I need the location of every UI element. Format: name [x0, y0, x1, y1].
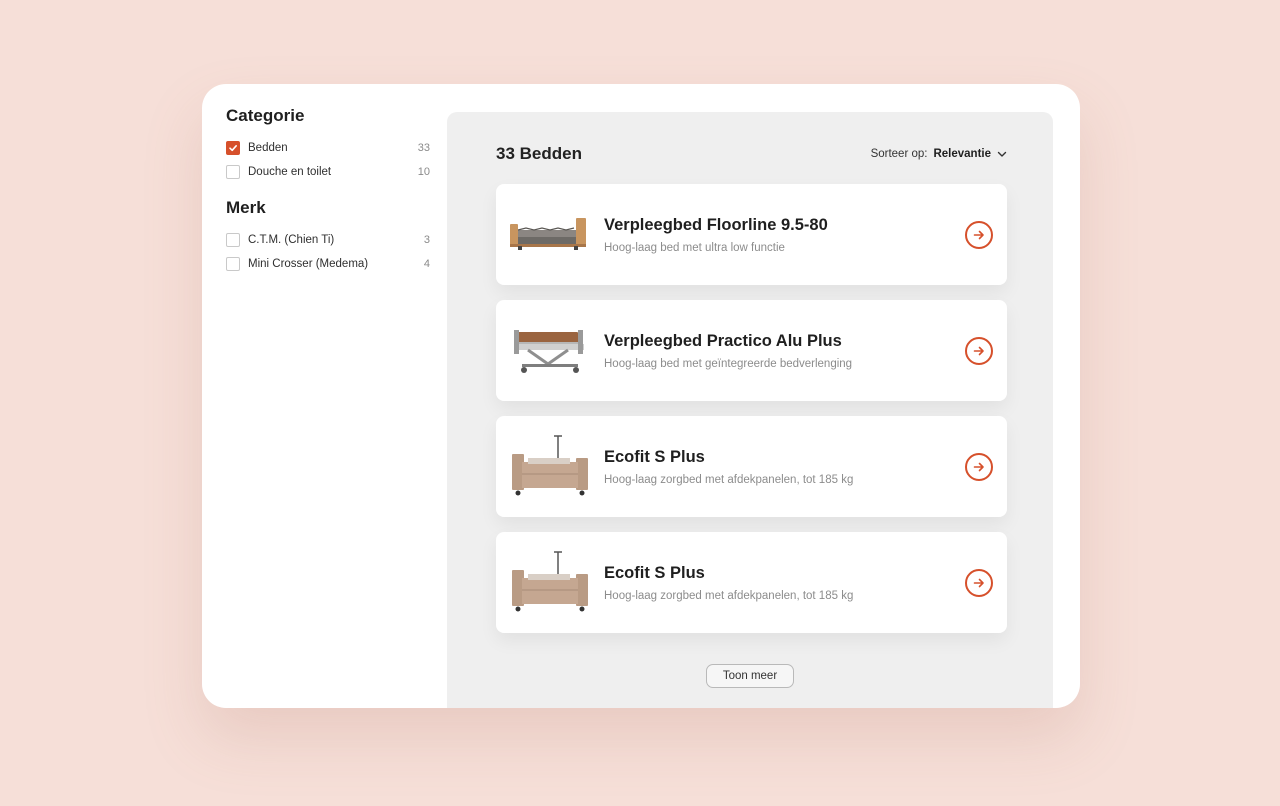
arrow-right-icon [973, 462, 984, 471]
product-subtitle: Hoog-laag zorgbed met afdekpanelen, tot … [604, 589, 854, 602]
chevron-down-icon [997, 151, 1007, 157]
product-arrow-button[interactable] [965, 452, 993, 481]
filter-sidebar: Categorie Bedden 33 Douche en toilet 10 … [226, 106, 430, 276]
product-card[interactable]: Ecofit S Plus Hoog-laag zorgbed met afde… [496, 532, 1007, 633]
arrow-right-icon [973, 230, 984, 239]
product-card[interactable]: Verpleegbed Practico Alu Plus Hoog-laag … [496, 300, 1007, 401]
product-image-ecofit-bed [512, 434, 588, 495]
product-subtitle: Hoog-laag zorgbed met afdekpanelen, tot … [604, 473, 854, 486]
product-title: Ecofit S Plus [604, 563, 705, 582]
product-card[interactable]: Ecofit S Plus Hoog-laag zorgbed met afde… [496, 416, 1007, 517]
brand-filter-title: Merk [226, 198, 266, 217]
product-info: Verpleegbed Floorline 9.5-80 Hoog-laag b… [604, 216, 965, 254]
product-info: Ecofit S Plus Hoog-laag zorgbed met afde… [604, 448, 965, 486]
filter-option-label: Mini Crosser (Medema) [248, 258, 369, 270]
category-filter-title: Categorie [226, 106, 305, 125]
product-title: Verpleegbed Floorline 9.5-80 [604, 215, 828, 234]
product-arrow-button[interactable] [965, 568, 993, 597]
arrow-right-icon [973, 346, 984, 355]
filter-option-label: C.T.M. (Chien Ti) [248, 234, 335, 246]
checkbox[interactable] [226, 233, 240, 247]
filter-option-count: 10 [417, 166, 430, 178]
product-image-ecofit-bed [512, 550, 588, 611]
product-list: Verpleegbed Floorline 9.5-80 Hoog-laag b… [496, 184, 1007, 648]
filter-option-count: 3 [423, 234, 430, 246]
checkbox[interactable] [226, 165, 240, 179]
product-info: Verpleegbed Practico Alu Plus Hoog-laag … [604, 332, 965, 370]
product-card[interactable]: Verpleegbed Floorline 9.5-80 Hoog-laag b… [496, 184, 1007, 285]
filter-option-count: 4 [423, 258, 430, 270]
sort-dropdown[interactable]: Sorteer op: Relevantie [871, 148, 1008, 160]
product-title: Verpleegbed Practico Alu Plus [604, 331, 842, 350]
arrow-right-icon [973, 578, 984, 587]
filter-option-label: Douche en toilet [248, 166, 332, 178]
filter-option-douche-en-toilet[interactable]: Douche en toilet 10 [226, 160, 430, 184]
product-info: Ecofit S Plus Hoog-laag zorgbed met afde… [604, 564, 965, 602]
results-panel: 33 Bedden Sorteer op: Relevantie Verplee… [447, 112, 1053, 708]
product-title: Ecofit S Plus [604, 447, 705, 466]
filter-option-mini-crosser[interactable]: Mini Crosser (Medema) 4 [226, 252, 430, 276]
product-arrow-button[interactable] [965, 220, 993, 249]
sort-value: Relevantie [933, 148, 991, 160]
app-window: Categorie Bedden 33 Douche en toilet 10 … [202, 84, 1080, 708]
results-header: 33 Bedden Sorteer op: Relevantie [496, 142, 1008, 166]
filter-option-label: Bedden [248, 142, 288, 154]
results-title: 33 Bedden [496, 144, 582, 163]
filter-option-ctm[interactable]: C.T.M. (Chien Ti) 3 [226, 228, 430, 252]
filter-option-count: 33 [417, 142, 430, 154]
product-subtitle: Hoog-laag bed met ultra low functie [604, 241, 785, 254]
product-arrow-button[interactable] [965, 336, 993, 365]
product-image-practico-bed [514, 329, 584, 373]
show-more-button[interactable]: Toon meer [706, 664, 794, 688]
product-image-floorline-bed [510, 217, 586, 250]
brand-filter: Merk C.T.M. (Chien Ti) 3 Mini Crosser (M… [226, 198, 430, 276]
checkmark-icon [229, 145, 237, 152]
product-subtitle: Hoog-laag bed met geïntegreerde bedverle… [604, 357, 853, 370]
checkbox-checked[interactable] [226, 141, 240, 155]
filter-option-bedden[interactable]: Bedden 33 [226, 136, 430, 160]
category-filter: Categorie Bedden 33 Douche en toilet 10 [226, 106, 430, 184]
sort-label: Sorteer op: [870, 148, 928, 160]
checkbox[interactable] [226, 257, 240, 271]
